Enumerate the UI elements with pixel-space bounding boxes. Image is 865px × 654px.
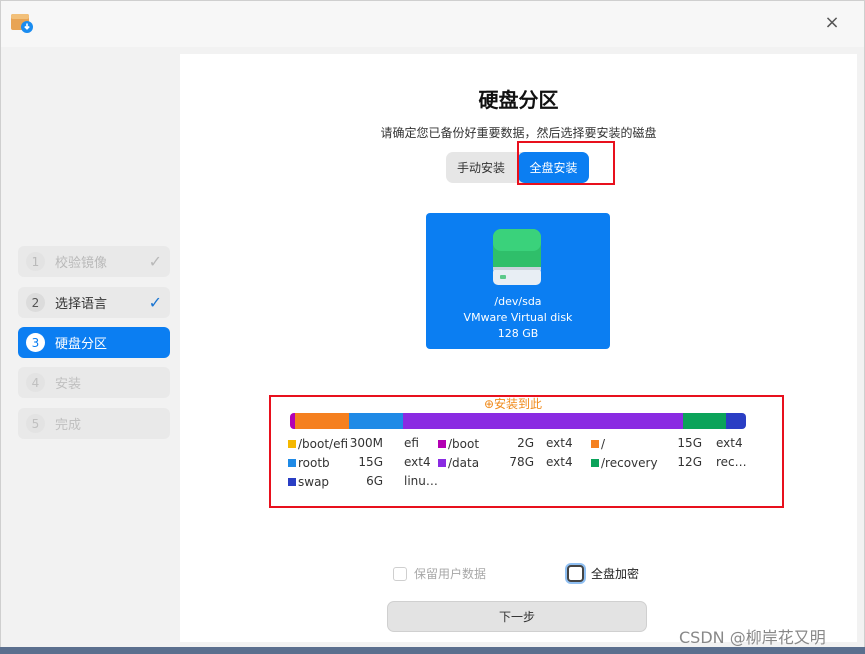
legend-item: /boot/efi [288, 435, 348, 453]
partition-segment [683, 413, 726, 429]
step-label: 校验镜像 [55, 256, 108, 271]
legend-name: /boot/efi [298, 437, 349, 451]
steps-sidebar: 1 校验镜像 ✓ 2 选择语言 ✓ 3 硬盘分区 4 安装 5 完成 [10, 54, 180, 642]
legend-swatch [438, 459, 446, 467]
disk-size: 128 GB [497, 327, 539, 340]
legend-size: 15G [677, 436, 702, 450]
installer-window: × 1 校验镜像 ✓ 2 选择语言 ✓ 3 硬盘分区 4 安装 5 完成 硬盘分… [0, 0, 865, 654]
legend-swatch [288, 440, 296, 448]
next-button[interactable]: 下一步 [387, 601, 647, 632]
legend-filesystem: linu… [404, 474, 438, 488]
page-subtitle: 请确定您已备份好重要数据，然后选择要安装的磁盘 [380, 126, 657, 140]
step-label: 安装 [55, 377, 82, 392]
manual-install-tab[interactable]: 手动安装 [446, 152, 516, 183]
step-number: 1 [26, 252, 45, 271]
page-title: 硬盘分区 [478, 88, 559, 112]
legend-item: /recovery [591, 454, 658, 472]
step-number: 4 [26, 373, 45, 392]
disk-model: VMware Virtual disk [463, 311, 573, 324]
partition-segment [403, 413, 683, 429]
legend-name: swap [298, 475, 330, 489]
legend-filesystem: ext4 [546, 455, 573, 469]
disk-card[interactable]: /dev/sda VMware Virtual disk 128 GB [426, 213, 610, 349]
disk-path: /dev/sda [494, 295, 542, 308]
step-number: 2 [26, 293, 45, 312]
legend-name: /boot [448, 437, 480, 451]
checkmark-icon: ✓ [148, 252, 162, 271]
legend-item: /data [438, 454, 479, 472]
step-label: 完成 [55, 418, 82, 433]
legend-swatch [288, 459, 296, 467]
legend-name: /recovery [601, 456, 658, 470]
legend-filesystem: ext4 [546, 436, 573, 450]
full-disk-encrypt-option[interactable]: 全盘加密 [567, 565, 639, 582]
checkmark-icon: ✓ [148, 293, 162, 312]
full-disk-encrypt-label: 全盘加密 [591, 567, 640, 581]
partition-segment [726, 413, 746, 429]
legend-name: /data [448, 456, 480, 470]
legend-swatch [288, 478, 296, 486]
sidebar-step-finish: 5 完成 [18, 408, 170, 439]
partition-segment [295, 413, 349, 429]
watermark: CSDN @柳岸花又明 [679, 628, 826, 647]
legend-item: /boot [438, 435, 479, 453]
taskbar-strip [0, 647, 865, 654]
sidebar-step-disk-partition: 3 硬盘分区 [18, 327, 170, 358]
keep-user-data-option[interactable]: 保留用户数据 [393, 565, 486, 582]
legend-size: 6G [366, 474, 383, 488]
title-bar: × [1, 1, 864, 47]
legend-swatch [591, 459, 599, 467]
partition-segment [349, 413, 403, 429]
partition-bar [290, 413, 746, 429]
install-here-label: ⊕安装到此 [484, 397, 543, 411]
legend-name: rootb [298, 456, 330, 470]
step-label: 硬盘分区 [55, 337, 108, 352]
legend-item: rootb [288, 454, 330, 472]
step-number: 5 [26, 414, 45, 433]
close-button[interactable]: × [820, 11, 844, 35]
legend-size: 300M [349, 436, 383, 450]
legend-filesystem: ext4 [404, 455, 431, 469]
step-number: 3 [26, 333, 45, 352]
hard-disk-icon [493, 229, 541, 285]
legend-size: 78G [509, 455, 534, 469]
partition-panel: 硬盘分区 请确定您已备份好重要数据，然后选择要安装的磁盘 手动安装 全盘安装 /… [180, 54, 857, 642]
legend-size: 2G [517, 436, 534, 450]
legend-filesystem: rec… [716, 455, 747, 469]
legend-size: 15G [358, 455, 383, 469]
sidebar-step-select-language: 2 选择语言 ✓ [18, 287, 170, 318]
legend-size: 12G [677, 455, 702, 469]
keep-user-data-checkbox[interactable] [393, 566, 407, 581]
legend-filesystem: ext4 [716, 436, 743, 450]
legend-item: swap [288, 473, 329, 491]
sidebar-step-verify-image: 1 校验镜像 ✓ [18, 246, 170, 277]
legend-swatch [591, 440, 599, 448]
legend-swatch [438, 440, 446, 448]
legend-filesystem: efi [404, 436, 419, 450]
annotation-highlight-box [517, 141, 615, 185]
legend-item: / [591, 435, 605, 453]
legend-name: / [601, 437, 606, 451]
installer-package-icon [11, 14, 33, 33]
keep-user-data-label: 保留用户数据 [414, 567, 487, 581]
full-disk-encrypt-checkbox[interactable] [567, 565, 584, 582]
step-label: 选择语言 [55, 297, 108, 312]
sidebar-step-install: 4 安装 [18, 367, 170, 398]
